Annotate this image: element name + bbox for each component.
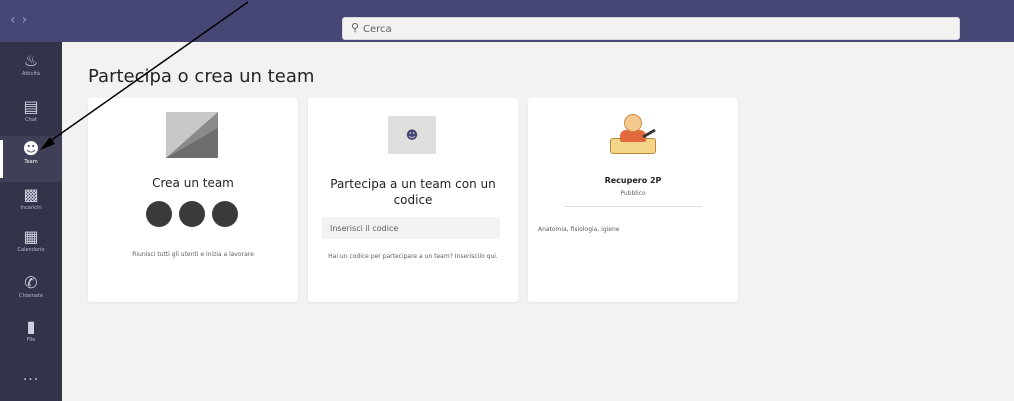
rail-item-label: Team — [24, 159, 38, 165]
rail-item-label: Chiamate — [18, 293, 44, 299]
avatar-group — [146, 201, 240, 227]
teams-icon: ☻ — [22, 139, 40, 158]
avatar — [179, 201, 205, 227]
avatar — [146, 201, 172, 227]
rail-item-teams[interactable]: ☻ Team — [0, 136, 62, 182]
phone-icon: ✆ — [24, 273, 38, 292]
team-code-input[interactable] — [322, 217, 500, 239]
rail-item-label: Incarichi — [20, 205, 42, 211]
divider — [564, 206, 702, 207]
search-box[interactable]: ⚲ — [342, 17, 960, 40]
team-description: Anatomia, fisiologia, igiene — [538, 226, 620, 233]
title-bar: ‹› ⚲ — [0, 0, 1014, 42]
team-placeholder-icon — [166, 112, 218, 158]
chevron-right-icon[interactable]: › — [22, 12, 34, 28]
rail-item-chat[interactable]: ▤ Chat — [0, 94, 62, 140]
avatar — [212, 201, 238, 227]
team-card[interactable]: Recupero 2P Pubblico Anatomia, fisiologi… — [528, 98, 738, 302]
create-team-card[interactable]: Crea un team Riunisci tutti gli utenti e… — [88, 98, 298, 302]
join-team-description: Hai un codice per partecipare a un team?… — [328, 253, 498, 260]
rail-item-label: File — [26, 337, 36, 343]
chat-icon: ▤ — [23, 97, 39, 116]
join-team-title: Partecipa a un team con un codice — [330, 177, 496, 207]
rail-item-calls[interactable]: ✆ Chiamate — [0, 270, 62, 316]
rail-item-files[interactable]: ▮ File — [0, 314, 62, 360]
rail-item-label: Chat — [25, 117, 37, 123]
rail-item-assignments[interactable]: ▩ Incarichi — [0, 182, 62, 228]
join-team-card: ☻ Partecipa a un team con un codice Hai … — [308, 98, 518, 302]
rail-item-activity[interactable]: ♨ Attività — [0, 48, 62, 94]
create-team-title: Crea un team — [152, 176, 234, 190]
main-content: Partecipa o crea un team Crea un team Ri… — [62, 42, 1014, 401]
chevron-left-icon[interactable]: ‹ — [10, 12, 22, 28]
rail-item-calendar[interactable]: ▦ Calendario — [0, 224, 62, 270]
rail-item-label: Calendario — [17, 247, 45, 253]
app-bar: ♨ Attività ▤ Chat ☻ Team ▩ Incarichi ▦ C… — [0, 42, 62, 401]
team-visibility: Pubblico — [620, 190, 646, 197]
bell-icon: ♨ — [23, 51, 39, 70]
create-team-description: Riunisci tutti gli utenti e inizia a lav… — [132, 251, 254, 258]
more-apps-button[interactable]: ... — [0, 368, 62, 384]
join-team-icon: ☻ — [388, 116, 436, 154]
file-icon: ▮ — [26, 317, 36, 336]
backpack-icon: ▩ — [23, 185, 39, 204]
page-title: Partecipa o crea un team — [88, 66, 315, 87]
team-avatar-icon — [608, 110, 658, 160]
calendar-icon: ▦ — [23, 227, 39, 246]
team-name: Recupero 2P — [604, 176, 662, 185]
search-input[interactable] — [363, 20, 943, 38]
search-icon: ⚲ — [351, 21, 360, 34]
rail-item-label: Attività — [21, 71, 40, 77]
more-icon: ... — [22, 368, 40, 384]
history-nav: ‹› — [10, 12, 33, 28]
